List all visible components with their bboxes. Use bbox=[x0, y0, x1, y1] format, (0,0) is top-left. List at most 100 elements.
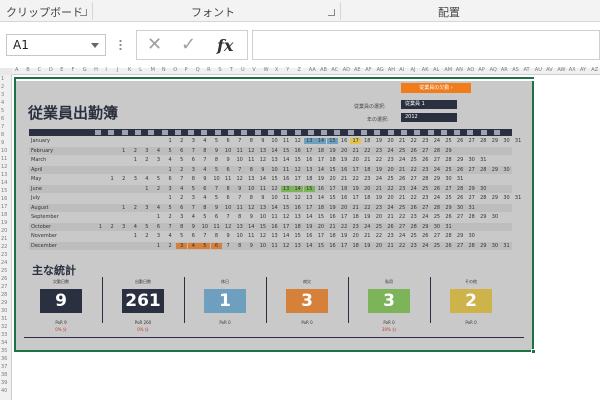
day-cell[interactable]: 6 bbox=[223, 195, 234, 201]
day-cell[interactable]: 16 bbox=[292, 148, 303, 154]
day-cell[interactable]: 25 bbox=[397, 148, 408, 154]
day-cell[interactable]: 6 bbox=[153, 224, 164, 230]
column-header[interactable]: AR bbox=[501, 67, 508, 73]
row-header[interactable]: 5 bbox=[1, 108, 4, 114]
day-cell[interactable]: 20 bbox=[373, 243, 384, 249]
day-cell[interactable]: 31 bbox=[513, 195, 524, 201]
day-cell[interactable]: 3 bbox=[188, 138, 199, 144]
day-cell[interactable]: 3 bbox=[188, 167, 199, 173]
day-cell[interactable]: 20 bbox=[373, 214, 384, 220]
day-cell[interactable]: 23 bbox=[373, 148, 384, 154]
day-cell[interactable]: 3 bbox=[118, 224, 129, 230]
column-header[interactable]: A bbox=[15, 67, 18, 73]
day-cell[interactable]: 28 bbox=[478, 138, 489, 144]
column-header[interactable]: Y bbox=[286, 67, 289, 73]
day-cell[interactable]: 4 bbox=[199, 195, 210, 201]
day-cell[interactable]: 25 bbox=[443, 167, 454, 173]
day-cell[interactable]: 1 bbox=[141, 186, 152, 192]
day-cell[interactable]: 18 bbox=[362, 195, 373, 201]
day-cell[interactable]: 30 bbox=[443, 176, 454, 182]
day-cell[interactable]: 2 bbox=[165, 214, 176, 220]
day-cell[interactable]: 18 bbox=[339, 186, 350, 192]
day-cell[interactable]: 16 bbox=[327, 214, 338, 220]
day-cell[interactable]: 6 bbox=[188, 157, 199, 163]
day-cell[interactable]: 19 bbox=[327, 148, 338, 154]
selection-fill-handle[interactable] bbox=[531, 349, 536, 354]
day-cell[interactable]: 11 bbox=[281, 167, 292, 173]
day-cell[interactable]: 30 bbox=[466, 157, 477, 163]
day-cell[interactable]: 9 bbox=[257, 138, 268, 144]
column-header[interactable]: G bbox=[83, 67, 87, 73]
day-cell[interactable]: 25 bbox=[385, 176, 396, 182]
day-cell[interactable]: 13 bbox=[280, 185, 292, 192]
column-header[interactable]: AK bbox=[422, 67, 429, 73]
column-header[interactable]: U bbox=[241, 67, 245, 73]
column-header[interactable]: I bbox=[105, 67, 106, 73]
day-cell[interactable]: 22 bbox=[373, 157, 384, 163]
day-cell[interactable]: 7 bbox=[165, 224, 176, 230]
day-cell[interactable]: 18 bbox=[327, 157, 338, 163]
day-cell[interactable]: 23 bbox=[373, 205, 384, 211]
day-cell[interactable]: 8 bbox=[188, 176, 199, 182]
day-cell[interactable]: 5 bbox=[165, 205, 176, 211]
day-cell[interactable]: 4 bbox=[153, 205, 164, 211]
day-cell[interactable]: 29 bbox=[489, 138, 500, 144]
column-header[interactable]: AV bbox=[546, 67, 553, 73]
day-cell[interactable]: 23 bbox=[420, 167, 431, 173]
day-cell[interactable]: 16 bbox=[269, 224, 280, 230]
day-cell[interactable]: 22 bbox=[397, 243, 408, 249]
day-cell[interactable]: 23 bbox=[408, 214, 419, 220]
column-header[interactable]: V bbox=[252, 67, 255, 73]
day-cell[interactable]: 14 bbox=[292, 185, 304, 192]
day-cell[interactable]: 21 bbox=[350, 148, 361, 154]
column-header[interactable]: AA bbox=[309, 67, 316, 73]
day-cell[interactable]: 19 bbox=[350, 186, 361, 192]
row-header[interactable]: 15 bbox=[1, 188, 7, 194]
day-cell[interactable]: 5 bbox=[176, 157, 187, 163]
row-header[interactable]: 8 bbox=[1, 132, 4, 138]
day-cell[interactable]: 13 bbox=[257, 205, 268, 211]
day-cell[interactable]: 15 bbox=[269, 176, 280, 182]
day-cell[interactable]: 28 bbox=[478, 167, 489, 173]
day-cell[interactable]: 21 bbox=[339, 176, 350, 182]
day-cell[interactable]: 21 bbox=[373, 186, 384, 192]
day-cell[interactable]: 14 bbox=[257, 176, 268, 182]
column-header[interactable]: AQ bbox=[490, 67, 497, 73]
day-cell[interactable]: 19 bbox=[315, 176, 326, 182]
day-cell[interactable]: 28 bbox=[443, 233, 454, 239]
day-cell[interactable]: 25 bbox=[408, 233, 419, 239]
alignment-group-label[interactable]: 配置 bbox=[438, 4, 460, 20]
day-cell[interactable]: 8 bbox=[199, 205, 210, 211]
day-cell[interactable]: 14 bbox=[269, 148, 280, 154]
row-header[interactable]: 16 bbox=[1, 196, 7, 202]
day-cell[interactable]: 23 bbox=[385, 233, 396, 239]
column-header[interactable]: AF bbox=[365, 67, 371, 73]
day-cell[interactable]: 2 bbox=[153, 186, 164, 192]
row-header[interactable]: 19 bbox=[1, 220, 7, 226]
column-header[interactable]: N bbox=[162, 67, 166, 73]
day-cell[interactable]: 28 bbox=[408, 224, 419, 230]
day-cell[interactable]: 10 bbox=[234, 233, 245, 239]
day-cell[interactable]: 2 bbox=[141, 157, 152, 163]
day-cell[interactable]: 4 bbox=[187, 242, 199, 249]
column-header[interactable]: L bbox=[139, 67, 142, 73]
day-cell[interactable]: 19 bbox=[339, 233, 350, 239]
day-cell[interactable]: 2 bbox=[130, 205, 141, 211]
day-cell[interactable]: 25 bbox=[408, 157, 419, 163]
day-cell[interactable]: 12 bbox=[257, 157, 268, 163]
day-cell[interactable]: 10 bbox=[223, 205, 234, 211]
row-header[interactable]: 36 bbox=[1, 356, 7, 362]
day-cell[interactable]: 8 bbox=[246, 138, 257, 144]
column-header[interactable]: AP bbox=[478, 67, 484, 73]
column-header[interactable]: P bbox=[185, 67, 188, 73]
day-cell[interactable]: 30 bbox=[466, 233, 477, 239]
day-cell[interactable]: 15 bbox=[292, 157, 303, 163]
column-header[interactable]: AN bbox=[456, 67, 463, 73]
day-cell[interactable]: 18 bbox=[292, 224, 303, 230]
row-header[interactable]: 29 bbox=[1, 300, 7, 306]
day-cell[interactable]: 7 bbox=[199, 157, 210, 163]
day-cell[interactable]: 9 bbox=[246, 243, 257, 249]
day-cell[interactable]: 29 bbox=[466, 186, 477, 192]
row-header[interactable]: 37 bbox=[1, 364, 7, 370]
day-cell[interactable]: 7 bbox=[176, 176, 187, 182]
